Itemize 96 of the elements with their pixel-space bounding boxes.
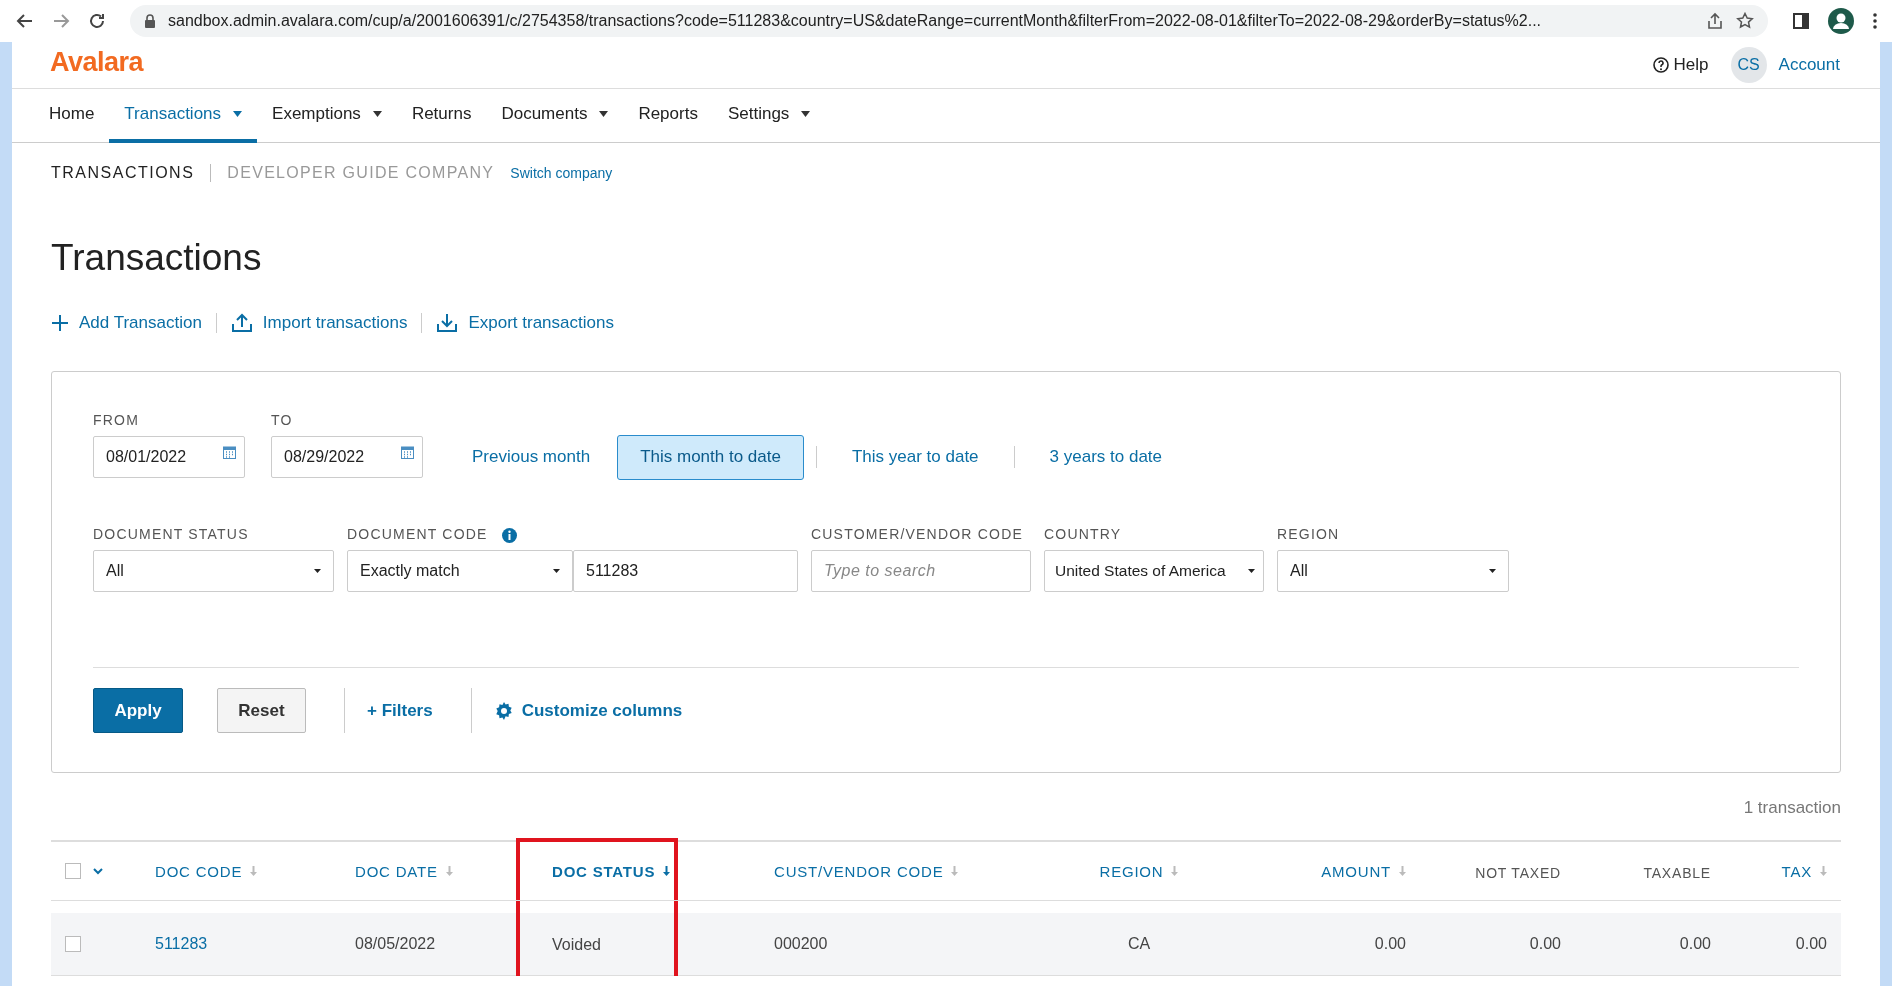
field-label: TO xyxy=(271,412,294,430)
sort-arrow-icon xyxy=(1820,866,1827,876)
field-label: DOCUMENT CODE xyxy=(347,526,488,544)
address-bar[interactable]: sandbox.admin.avalara.com/cup/a/2001606391/c/2754358/transactions?code=511283&country=US&dateRange=currentMonth&filterFrom=2022-08-01&filterTo=2022-08-29&orderBy=status%2... xyxy=(130,5,1768,37)
company-name: DEVELOPER GUIDE COMPANY xyxy=(227,164,495,182)
help-link[interactable]: Help xyxy=(1652,55,1709,75)
field-label: DOCUMENT STATUS xyxy=(93,526,250,544)
avatar[interactable]: CS xyxy=(1730,47,1767,83)
chevron-down-icon[interactable] xyxy=(93,867,103,875)
table-cell: 08/05/2022 xyxy=(355,935,436,953)
date-field[interactable]: 08/29/2022 xyxy=(271,436,423,478)
calendar-icon xyxy=(223,445,236,459)
caret-icon xyxy=(1248,569,1255,573)
sort-arrow-icon xyxy=(663,866,671,876)
help-icon xyxy=(1652,57,1669,73)
select-all-checkbox[interactable] xyxy=(65,863,81,879)
nav-tab[interactable]: Returns xyxy=(396,89,487,143)
caret-icon xyxy=(1489,569,1496,573)
caret-icon xyxy=(372,111,382,117)
table-cell: 0.00 xyxy=(1795,935,1827,953)
date-range-button[interactable]: This year to date xyxy=(828,434,1002,480)
field-label: CUSTOMER/VENDOR CODE xyxy=(811,526,1024,544)
nav-tab[interactable]: Exemptions xyxy=(257,89,397,143)
table-cell: 000200 xyxy=(774,935,828,953)
column-header[interactable]: DOC DATE xyxy=(340,842,516,900)
date-range-button[interactable]: Previous month xyxy=(449,434,614,480)
doc-code-link[interactable]: 511283 xyxy=(155,935,208,953)
logo[interactable]: Avalara xyxy=(50,46,144,78)
field-label: FROM xyxy=(93,412,140,430)
table-cell: 0.00 xyxy=(1529,935,1561,953)
back-icon[interactable] xyxy=(16,12,34,30)
row-checkbox[interactable] xyxy=(65,936,81,952)
share-icon[interactable] xyxy=(1706,12,1724,30)
search-field[interactable]: Type to search xyxy=(811,550,1031,592)
sort-arrow-icon xyxy=(445,866,453,876)
table-cell: 0.00 xyxy=(1679,935,1711,953)
caret-icon xyxy=(801,111,811,117)
date-field[interactable]: 08/01/2022 xyxy=(93,436,245,478)
column-header[interactable]: DOC CODE xyxy=(144,842,340,900)
settings-icon xyxy=(493,700,514,721)
star-icon[interactable] xyxy=(1736,12,1754,30)
column-header: TAXABLE xyxy=(1642,864,1712,883)
reset-button[interactable]: Reset xyxy=(217,688,306,733)
apply-button[interactable]: Apply xyxy=(93,688,183,733)
column-header[interactable]: DOC STATUS xyxy=(516,838,678,900)
page-title: Transactions xyxy=(51,237,263,280)
menu-icon[interactable] xyxy=(1872,12,1878,30)
nav-tab[interactable]: Reports xyxy=(623,89,713,143)
sort-arrow-icon xyxy=(1171,866,1179,876)
field-label: REGION xyxy=(1277,526,1341,544)
calendar-icon xyxy=(401,445,414,459)
download-icon xyxy=(436,313,459,333)
table-cell: CA xyxy=(1127,935,1151,953)
side-panel-icon[interactable] xyxy=(1792,12,1810,30)
customize-columns-link[interactable]: Customize columns xyxy=(493,700,683,721)
switch-company-link[interactable]: Switch company xyxy=(510,165,613,181)
date-range-button[interactable]: 3 years to date xyxy=(1026,434,1186,480)
table-cell: 0.00 xyxy=(1374,935,1406,953)
date-range-button[interactable]: This month to date xyxy=(617,434,804,480)
caret-icon xyxy=(233,111,243,117)
account-link[interactable]: Account xyxy=(1778,55,1840,75)
result-count: 1 transaction xyxy=(1742,798,1841,819)
action-link[interactable]: Export transactions xyxy=(436,313,614,333)
upload-icon xyxy=(230,313,253,333)
profile-icon[interactable] xyxy=(1828,8,1854,34)
caret-icon xyxy=(314,569,321,573)
match-dropdown[interactable]: Exactly match xyxy=(347,550,573,592)
nav-tab[interactable]: Transactions xyxy=(109,89,258,143)
sort-arrow-icon xyxy=(951,866,959,876)
sort-arrow-icon xyxy=(250,866,258,876)
column-header: NOT TAXED xyxy=(1474,864,1562,883)
column-header[interactable]: TAX xyxy=(1725,842,1845,900)
column-header[interactable]: CUST/VENDOR CODE xyxy=(678,842,988,900)
action-link[interactable]: Import transactions xyxy=(230,313,408,333)
reload-icon[interactable] xyxy=(88,12,106,30)
sort-arrow-icon xyxy=(1399,866,1406,876)
caret-icon xyxy=(599,111,609,117)
status-dropdown[interactable]: All xyxy=(93,550,334,592)
nav-tab[interactable]: Documents xyxy=(486,89,624,143)
plus-icon xyxy=(51,314,69,332)
breadcrumb-section: TRANSACTIONS xyxy=(51,164,212,182)
caret-icon xyxy=(553,569,560,573)
table-cell: Voided xyxy=(552,935,601,954)
filters-link[interactable]: + Filters xyxy=(367,700,433,721)
column-header[interactable]: AMOUNT xyxy=(1290,842,1420,900)
country-dropdown[interactable]: United States of America xyxy=(1044,550,1264,592)
lock-icon xyxy=(144,14,156,28)
field-label: COUNTRY xyxy=(1044,526,1123,544)
column-header[interactable]: REGION xyxy=(988,842,1290,900)
nav-tab[interactable]: Home xyxy=(34,89,110,143)
forward-icon[interactable] xyxy=(52,12,70,30)
document-code-field[interactable]: 511283 xyxy=(573,550,798,592)
region-dropdown[interactable]: All xyxy=(1277,550,1509,592)
nav-tab[interactable]: Settings xyxy=(712,89,826,143)
action-link[interactable]: Add Transaction xyxy=(51,313,202,333)
info-icon[interactable] xyxy=(501,527,517,543)
